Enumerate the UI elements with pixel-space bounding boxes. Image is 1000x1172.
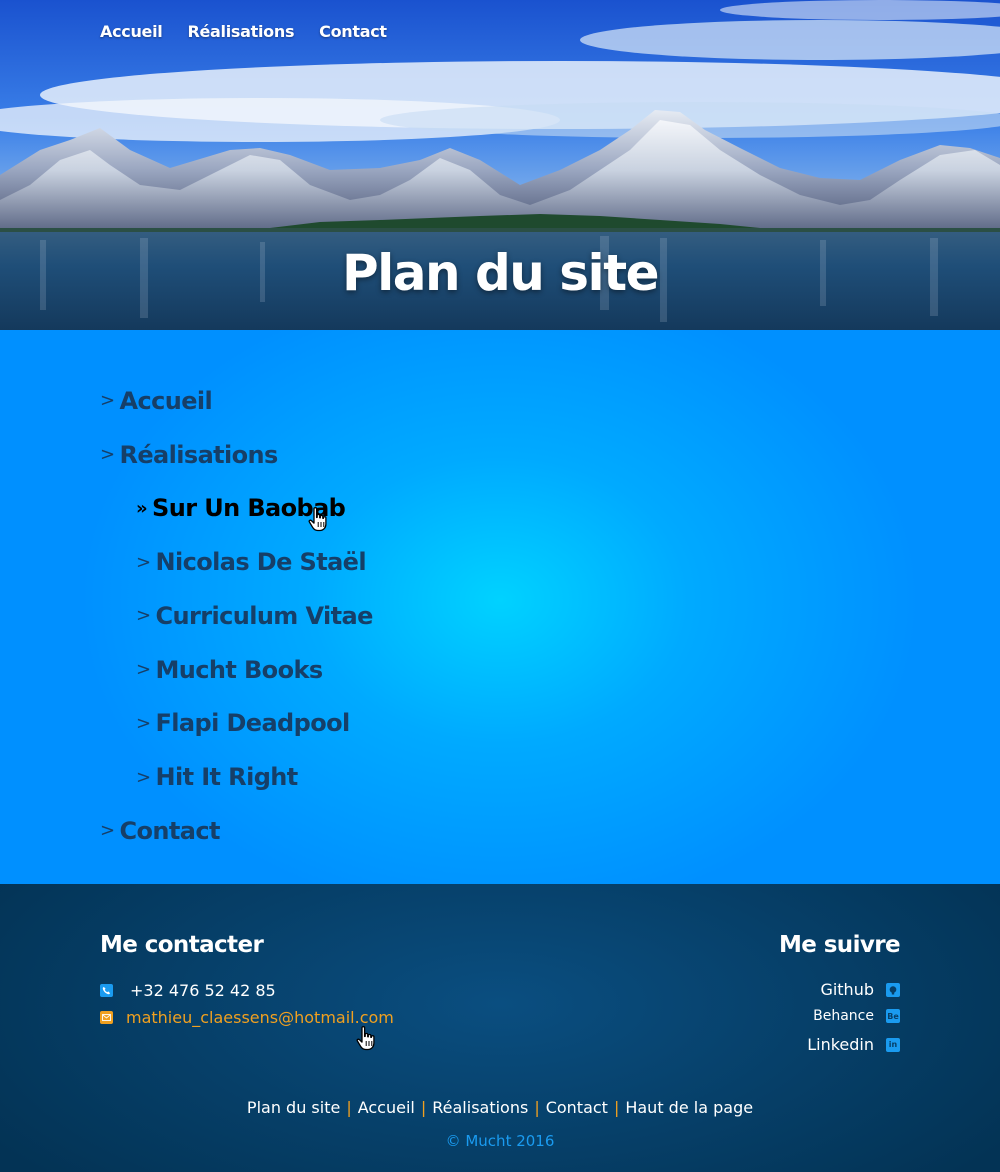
chevron-right-icon: > [136,551,151,573]
chevron-right-icon: > [136,712,151,734]
sitemap-link[interactable]: Accueil [119,387,212,415]
nav-link-contact[interactable]: Contact [319,22,387,41]
sitemap-list: > Accueil > Réalisations » Sur Un Baobab… [100,374,373,858]
footer-nav: Plan du site | Accueil | Réalisations | Contac… [0,1098,1000,1117]
github-link[interactable]: Github [820,980,874,999]
follow-item-behance: Behance Be [813,1008,900,1024]
envelope-icon [100,1011,113,1024]
sitemap-link[interactable]: Hit It Right [155,763,298,791]
sitemap-item-hit-it-right: > Hit It Right [100,750,373,804]
linkedin-link[interactable]: Linkedin [807,1035,874,1054]
follow-item-github: Github [820,980,900,999]
follow-item-linkedin: Linkedin in [807,1035,900,1054]
separator: | [613,1098,620,1117]
footer-link-realisations[interactable]: Réalisations [432,1098,528,1117]
pointer-hand-cursor-icon [356,1026,375,1051]
phone-number: +32 476 52 42 85 [130,981,276,1000]
chevron-right-icon: > [100,444,115,466]
chevron-right-icon: > [136,605,151,627]
separator: | [420,1098,427,1117]
chevron-right-icon: > [136,659,151,681]
copyright-text: © Mucht 2016 [445,1132,555,1150]
behance-link[interactable]: Behance [813,1008,874,1024]
sitemap-item-curriculum-vitae: > Curriculum Vitae [100,589,373,643]
linkedin-icon[interactable]: in [886,1037,900,1052]
chevron-right-icon: > [100,390,115,412]
double-chevron-right-icon: » [136,497,148,519]
sitemap-section: > Accueil > Réalisations » Sur Un Baobab… [0,330,1000,884]
footer-link-plan-du-site[interactable]: Plan du site [247,1098,340,1117]
footer-link-contact[interactable]: Contact [546,1098,608,1117]
sitemap-link[interactable]: Réalisations [119,441,278,469]
sitemap-item-realisations: > Réalisations [100,428,373,482]
github-icon[interactable] [886,982,900,997]
email-row: mathieu_claessens@hotmail.com [100,1008,394,1027]
page-title: Plan du site [341,244,660,302]
sitemap-link[interactable]: Curriculum Vitae [155,602,373,630]
pointer-hand-cursor-icon [308,507,327,532]
chevron-right-icon: > [100,820,115,842]
site-footer: Me contacter +32 476 52 42 85 mathieu_cl… [0,884,1000,1172]
sitemap-item-mucht-books: > Mucht Books [100,643,373,697]
sitemap-link[interactable]: Mucht Books [155,656,323,684]
contact-heading: Me contacter [100,932,264,958]
nav-link-accueil[interactable]: Accueil [100,22,163,41]
chevron-right-icon: > [136,766,151,788]
sitemap-item-contact: > Contact [100,804,373,858]
footer-link-accueil[interactable]: Accueil [358,1098,415,1117]
sitemap-link[interactable]: Nicolas De Staël [155,548,366,576]
separator: | [346,1098,352,1117]
phone-icon [100,984,113,997]
phone-row: +32 476 52 42 85 [100,981,276,1000]
footer-link-haut-de-la-page[interactable]: Haut de la page [625,1098,753,1117]
sitemap-item-nicolas-de-stael: > Nicolas De Staël [100,535,373,589]
separator: | [534,1098,540,1117]
follow-heading: Me suivre [779,932,901,958]
behance-icon[interactable]: Be [886,1009,900,1023]
sitemap-link[interactable]: Flapi Deadpool [155,709,350,737]
email-link[interactable]: mathieu_claessens@hotmail.com [126,1008,394,1027]
hero-banner: Accueil Réalisations Contact Plan du sit… [0,0,1000,330]
sitemap-link[interactable]: Contact [119,817,220,845]
sitemap-item-flapi-deadpool: > Flapi Deadpool [100,697,373,751]
main-nav: Accueil Réalisations Contact [100,22,387,41]
sitemap-item-accueil: > Accueil [100,374,373,428]
nav-link-realisations[interactable]: Réalisations [187,22,294,41]
